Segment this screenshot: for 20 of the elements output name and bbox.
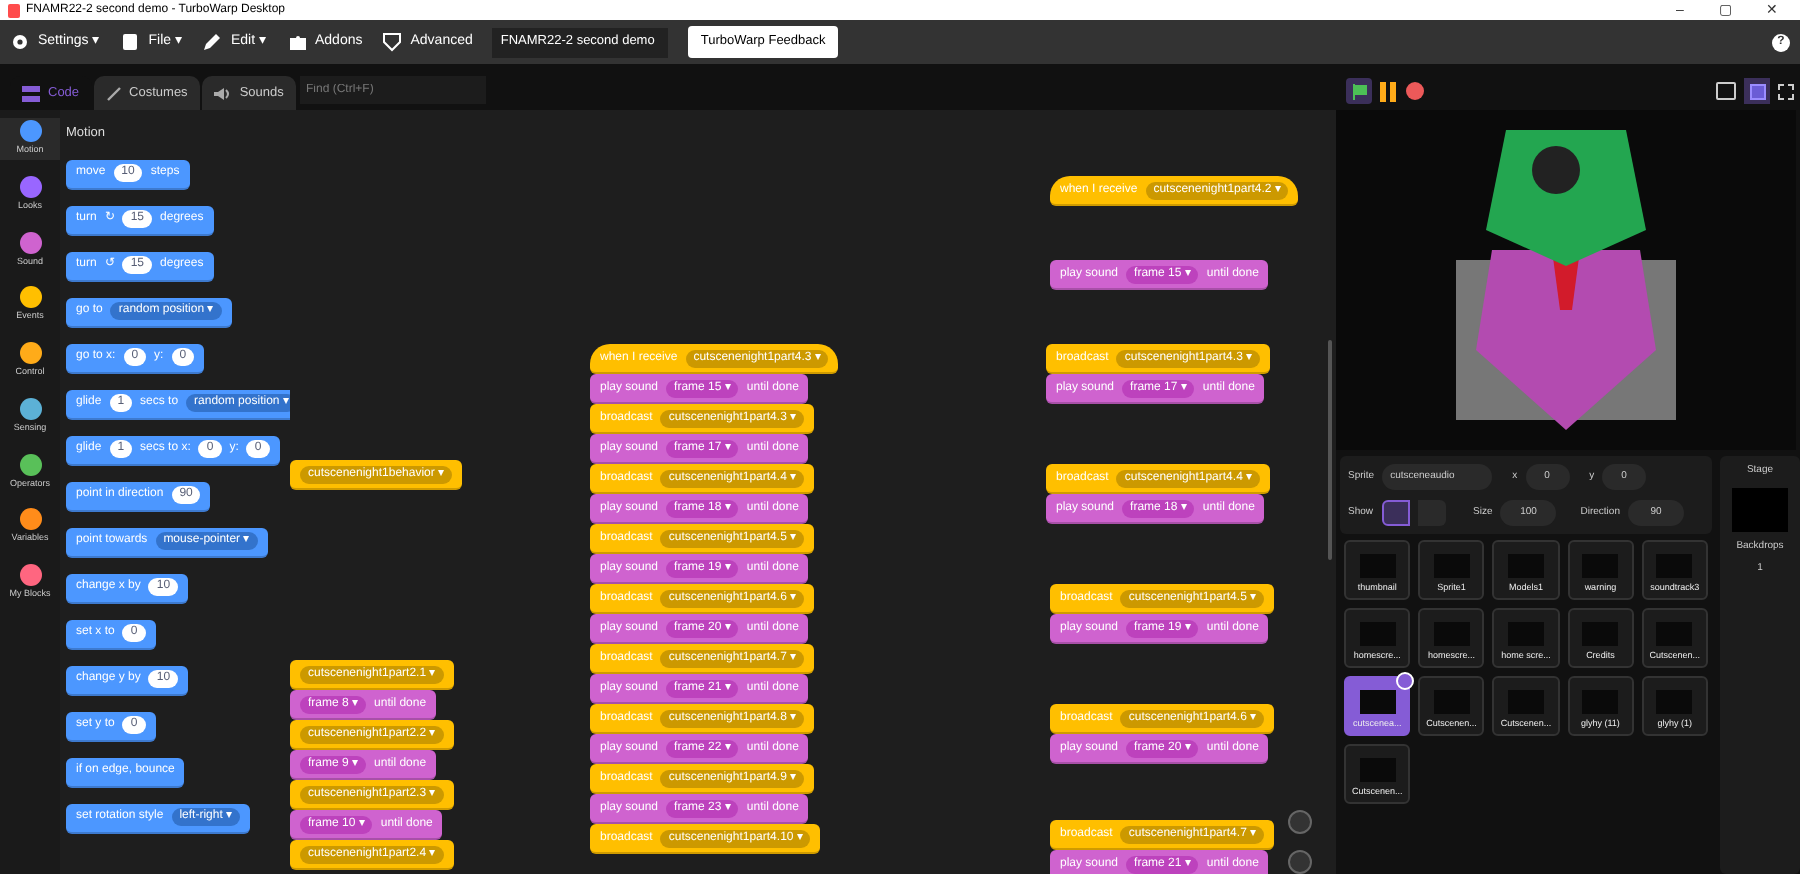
sprite-thumbnail	[1359, 690, 1396, 715]
gear-icon	[10, 32, 30, 52]
pencil-icon	[202, 32, 223, 52]
speaker-icon	[213, 85, 232, 101]
brush-icon	[105, 85, 122, 101]
show-button[interactable]	[1381, 500, 1410, 526]
backdrop-thumbnail	[1732, 487, 1788, 531]
small-stage-button[interactable]	[1716, 82, 1736, 100]
file-icon	[120, 32, 141, 52]
puzzle-icon	[287, 32, 307, 52]
app-logo-icon	[8, 3, 20, 17]
large-stage-button[interactable]	[1744, 78, 1770, 104]
code-icon	[22, 85, 40, 101]
pause-button[interactable]	[1380, 81, 1398, 101]
script-canvas[interactable]	[290, 110, 1336, 874]
stop-button[interactable]	[1406, 82, 1424, 100]
shield-icon	[382, 32, 403, 52]
fullscreen-icon[interactable]	[1778, 83, 1794, 99]
flag-button[interactable]	[1346, 78, 1372, 104]
scrollbar[interactable]	[1328, 340, 1332, 560]
